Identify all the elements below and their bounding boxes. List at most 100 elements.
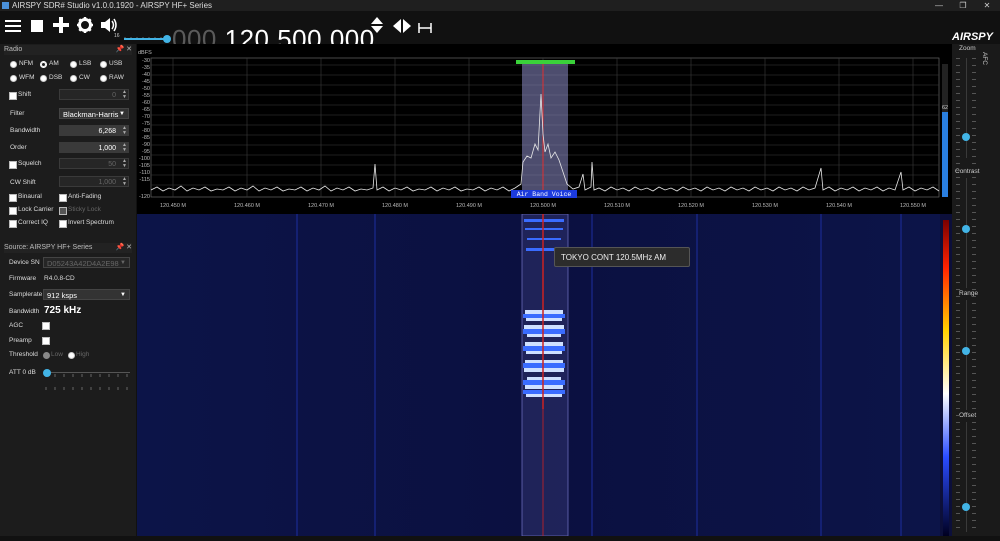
- lockcarrier-label: Lock Carrier: [18, 206, 54, 213]
- range-slider-track[interactable]: [966, 300, 967, 410]
- cwshift-input[interactable]: 1,000 ▲ ▼: [59, 176, 129, 187]
- frequency-tooltip: TOKYO CONT 120.5MHz AM: [554, 247, 690, 267]
- mode-label-usb: USB: [109, 60, 123, 67]
- y-tick: -50: [142, 86, 150, 92]
- source-bandwidth-value: 725 kHz: [44, 305, 82, 316]
- mode-radio-usb[interactable]: [100, 61, 107, 68]
- squelch-input[interactable]: 50 ▲ ▼: [59, 158, 129, 169]
- att-slider-handle[interactable]: [43, 369, 51, 377]
- mode-radio-raw[interactable]: [100, 75, 107, 82]
- squelch-spinner[interactable]: ▲ ▼: [122, 159, 127, 169]
- filter-band-marker[interactable]: [516, 60, 575, 64]
- source-bandwidth-label: Bandwidth: [9, 308, 40, 315]
- tune-up-down-icon[interactable]: [370, 15, 384, 39]
- app-icon: [2, 2, 9, 9]
- chevron-down-icon: ▼: [120, 260, 126, 266]
- mode-radio-wfm[interactable]: [10, 75, 17, 82]
- volume-slider-track[interactable]: [124, 38, 168, 40]
- volume-value: 16: [114, 33, 120, 39]
- mode-radio-dsb[interactable]: [40, 75, 47, 82]
- mode-label-am: AM: [49, 60, 59, 67]
- offset-slider-handle[interactable]: [962, 503, 970, 511]
- squelch-checkbox[interactable]: [9, 161, 17, 169]
- mode-label-wfm: WFM: [19, 74, 35, 81]
- x-tick: 120.470 M: [308, 203, 334, 209]
- tune-left-right-icon[interactable]: [392, 15, 412, 39]
- invertspectrum-label: Invert Spectrum: [68, 219, 114, 226]
- volume-slider-handle[interactable]: [163, 35, 171, 43]
- order-input[interactable]: 1,000 ▲ ▼: [59, 142, 129, 153]
- contrast-slider-handle[interactable]: [962, 225, 970, 233]
- samplerate-select[interactable]: 912 ksps ▼: [43, 289, 130, 300]
- title-bar: AIRSPY SDR# Studio v1.0.0.1920 - AIRSPY …: [0, 0, 1000, 11]
- lockcarrier-checkbox[interactable]: [9, 207, 17, 215]
- shift-input[interactable]: 0 ▲ ▼: [59, 89, 129, 100]
- spectrum-plot[interactable]: Air Band Voice 62 dBFS -30 -35 -40 -45 -…: [137, 44, 952, 214]
- mode-label-raw: RAW: [109, 74, 124, 81]
- x-tick: 120.510 M: [604, 203, 630, 209]
- x-tick: 120.450 M: [160, 203, 186, 209]
- y-tick: -120: [139, 194, 150, 200]
- squelch-value: 50: [108, 161, 116, 168]
- shift-checkbox[interactable]: [9, 92, 17, 100]
- y-tick: -40: [142, 72, 150, 78]
- chevron-down-icon: ▼: [119, 111, 125, 117]
- threshold-high-radio[interactable]: [68, 352, 75, 359]
- cwshift-spinner[interactable]: ▲ ▼: [122, 177, 127, 187]
- x-tick: 120.520 M: [678, 203, 704, 209]
- close-window-button[interactable]: ✕: [976, 0, 998, 11]
- order-spinner[interactable]: ▲ ▼: [122, 143, 127, 153]
- menu-icon[interactable]: [4, 15, 22, 39]
- gear-icon[interactable]: [76, 15, 94, 39]
- stickylock-checkbox[interactable]: [59, 207, 67, 215]
- bandwidth-input[interactable]: 6,268 ▲ ▼: [59, 125, 129, 136]
- invertspectrum-checkbox[interactable]: [59, 220, 67, 228]
- device-sn-select[interactable]: D05243A42D4A2E98 ▼: [43, 257, 130, 268]
- add-icon[interactable]: [52, 15, 70, 39]
- att-slider-track[interactable]: [44, 372, 130, 373]
- antifading-checkbox[interactable]: [59, 194, 67, 202]
- stop-icon[interactable]: [28, 15, 46, 39]
- panel-pin-close-icons[interactable]: 📌 ✕: [115, 45, 132, 55]
- threshold-low-radio[interactable]: [43, 352, 50, 359]
- threshold-low-label: Low: [51, 351, 63, 358]
- mode-radio-am[interactable]: [40, 61, 47, 68]
- contrast-slider-track[interactable]: [966, 178, 967, 288]
- agc-checkbox[interactable]: [42, 322, 50, 330]
- filter-select[interactable]: Blackman-Harris ▼: [59, 108, 129, 119]
- panel-pin-close-icons[interactable]: 📌 ✕: [115, 243, 132, 253]
- waterfall-display[interactable]: [137, 213, 952, 537]
- bandwidth-spinner[interactable]: ▲ ▼: [122, 126, 127, 136]
- preamp-checkbox[interactable]: [42, 337, 50, 345]
- maximize-button[interactable]: ❐: [952, 0, 974, 11]
- correctiq-checkbox[interactable]: [9, 220, 17, 228]
- frequency-step-icon[interactable]: [418, 15, 432, 39]
- filter-passband[interactable]: [522, 64, 568, 197]
- zoom-slider-handle[interactable]: [962, 133, 970, 141]
- mode-label-nfm: NFM: [19, 60, 34, 67]
- waterfall-plot[interactable]: [137, 213, 952, 537]
- filter-label: Filter: [10, 110, 25, 117]
- mode-radio-cw[interactable]: [70, 75, 77, 82]
- minimize-button[interactable]: —: [928, 0, 950, 11]
- y-tick: -45: [142, 79, 150, 85]
- mode-radio-lsb[interactable]: [70, 61, 77, 68]
- firmware-label: Firmware: [9, 275, 37, 282]
- spectrum-analyzer[interactable]: Air Band Voice 62 dBFS -30 -35 -40 -45 -…: [137, 44, 952, 214]
- radio-panel-header: Radio 📌 ✕: [4, 45, 132, 55]
- range-slider-handle[interactable]: [962, 347, 970, 355]
- mode-radio-nfm[interactable]: [10, 61, 17, 68]
- slider-tick-marks: [972, 58, 976, 534]
- y-tick: -30: [142, 58, 150, 64]
- waterfall-color-palette: [943, 220, 949, 536]
- zoom-slider-track[interactable]: [966, 58, 967, 158]
- shift-spinner[interactable]: ▲ ▼: [122, 90, 127, 100]
- cwshift-label: CW Shift: [10, 179, 36, 186]
- y-tick: -35: [142, 65, 150, 71]
- source-panel-header: Source: AIRSPY HF+ Series 📌 ✕: [4, 243, 132, 253]
- stickylock-label: Sticky Lock: [68, 206, 101, 213]
- y-tick: -70: [142, 114, 150, 120]
- offset-slider-track[interactable]: [966, 422, 967, 532]
- mode-label-dsb: DSB: [49, 74, 63, 81]
- binaural-checkbox[interactable]: [9, 194, 17, 202]
